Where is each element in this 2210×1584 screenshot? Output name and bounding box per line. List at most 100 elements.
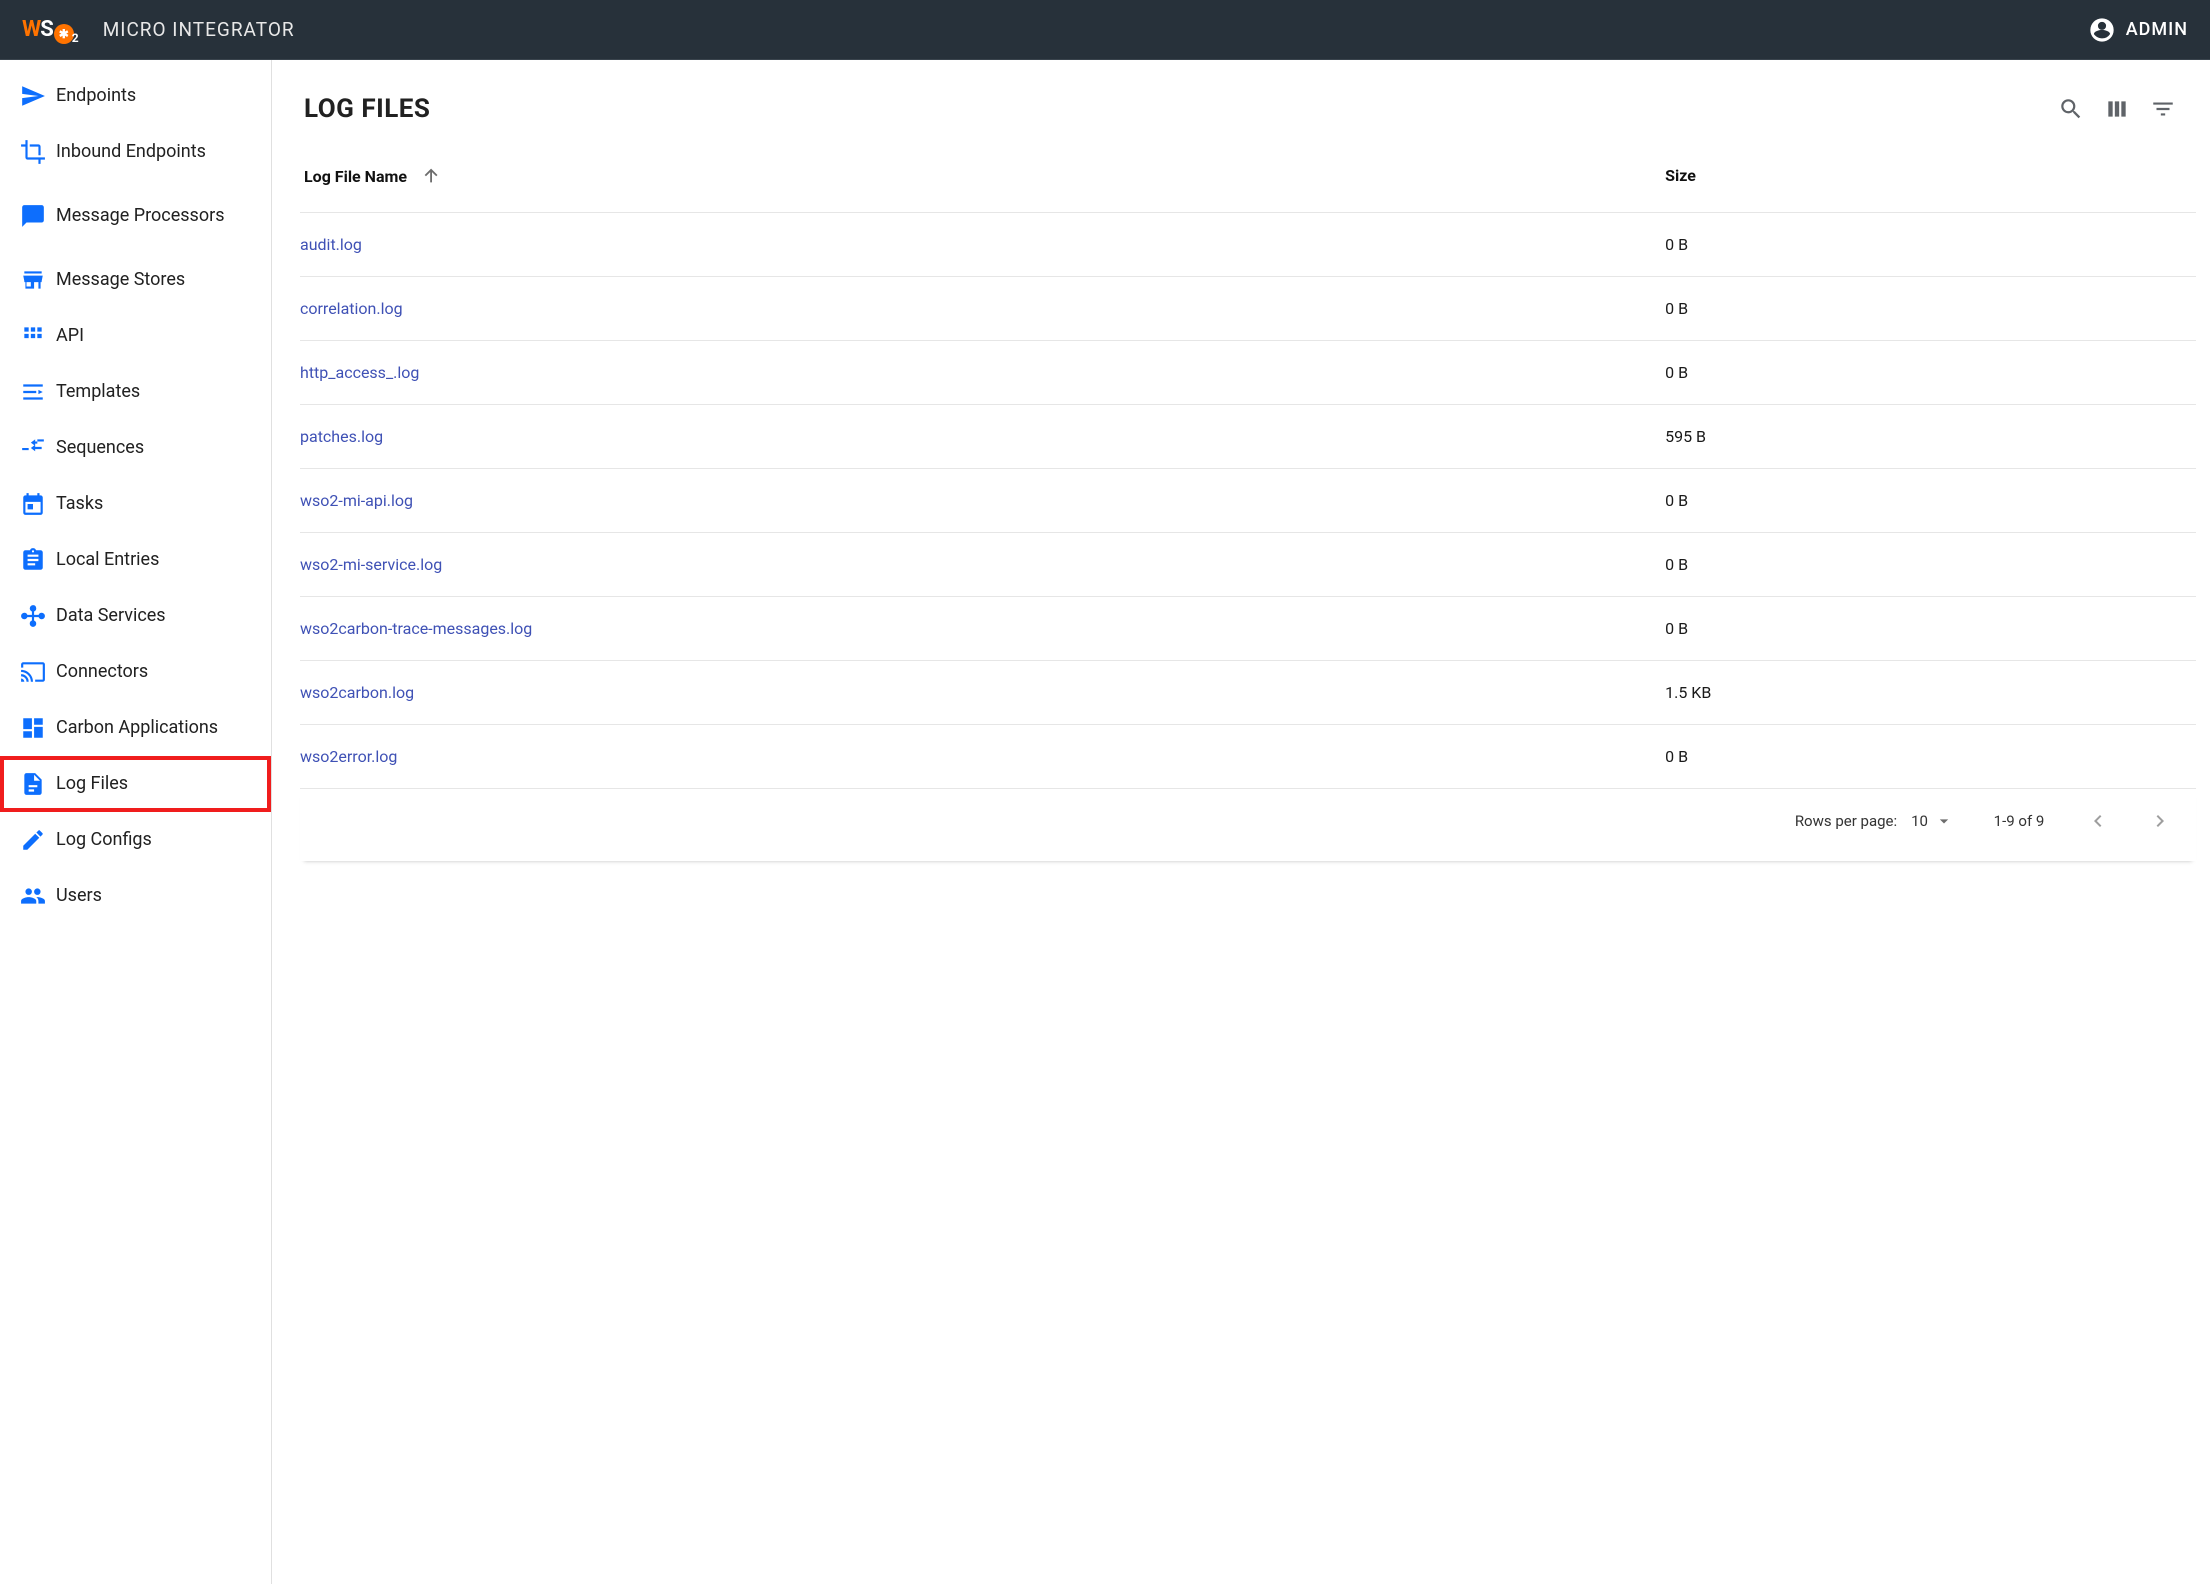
template-icon <box>10 379 56 405</box>
app-header: WS✱2 MICRO INTEGRATOR ADMIN <box>0 0 2210 60</box>
log-file-size: 595 B <box>1665 405 2196 469</box>
sidebar-item-data-services[interactable]: Data Services <box>0 588 271 644</box>
log-file-size: 0 B <box>1665 341 2196 405</box>
sidebar-item-label: Log Files <box>56 773 261 795</box>
sidebar-item-connectors[interactable]: Connectors <box>0 644 271 700</box>
account-circle-icon <box>2088 16 2116 44</box>
sidebar: Endpoints Inbound Endpoints Message Proces… <box>0 60 272 1584</box>
user-menu[interactable]: ADMIN <box>2088 16 2188 44</box>
filter-list-icon <box>2150 96 2176 122</box>
table-pagination: Rows per page: 10 1-9 of 9 <box>300 789 2196 861</box>
people-icon <box>10 883 56 909</box>
pencil-icon <box>10 827 56 853</box>
sidebar-item-local-entries[interactable]: Local Entries <box>0 532 271 588</box>
user-label: ADMIN <box>2126 19 2188 40</box>
view-columns-button[interactable] <box>2094 86 2140 132</box>
table-row: audit.log 0 B <box>300 213 2196 277</box>
clipboard-icon <box>10 547 56 573</box>
sidebar-item-carbon-applications[interactable]: Carbon Applications <box>0 700 271 756</box>
sidebar-item-label: Message Stores <box>56 269 261 291</box>
rows-per-page-select[interactable]: 10 <box>1911 811 1954 831</box>
sidebar-item-message-processors[interactable]: Message Processors <box>0 180 271 252</box>
sidebar-item-label: Data Services <box>56 605 261 627</box>
sidebar-item-message-stores[interactable]: Message Stores <box>0 252 271 308</box>
store-icon <box>10 267 56 293</box>
dashboard-icon <box>10 715 56 741</box>
prev-page-button[interactable] <box>2084 807 2112 835</box>
send-icon <box>10 83 56 109</box>
sort-asc-icon <box>421 167 443 186</box>
sidebar-item-label: Message Processors <box>56 205 261 227</box>
sidebar-item-label: Carbon Applications <box>56 717 261 739</box>
pagination-range: 1-9 of 9 <box>1984 812 2054 830</box>
sidebar-item-label: Endpoints <box>56 85 261 107</box>
sidebar-item-label: Tasks <box>56 493 261 515</box>
log-file-link[interactable]: correlation.log <box>300 299 403 318</box>
column-header-name[interactable]: Log File Name <box>300 150 1665 213</box>
log-file-size: 1.5 KB <box>1665 661 2196 725</box>
rows-per-page-label: Rows per page: <box>1795 812 1897 830</box>
log-file-link[interactable]: wso2error.log <box>300 747 397 766</box>
log-file-link[interactable]: patches.log <box>300 427 383 446</box>
log-file-size: 0 B <box>1665 597 2196 661</box>
search-button[interactable] <box>2048 86 2094 132</box>
main-content: LOG FILES Log File Name <box>272 60 2210 1584</box>
log-files-table: Log File Name Size audit.log0 Bcorrelati… <box>300 150 2196 789</box>
sidebar-item-sequences[interactable]: Sequences <box>0 420 271 476</box>
calendar-icon <box>10 491 56 517</box>
sidebar-item-label: Inbound Endpoints <box>56 141 261 163</box>
table-toolbar: LOG FILES <box>300 84 2196 150</box>
log-file-size: 0 B <box>1665 533 2196 597</box>
sidebar-item-templates[interactable]: Templates <box>0 364 271 420</box>
sidebar-item-label: Log Configs <box>56 829 261 851</box>
file-icon <box>10 771 56 797</box>
dropdown-icon <box>1934 811 1954 831</box>
filter-button[interactable] <box>2140 86 2186 132</box>
log-file-link[interactable]: wso2-mi-api.log <box>300 491 413 510</box>
chevron-left-icon <box>2086 809 2110 833</box>
log-file-link[interactable]: wso2-mi-service.log <box>300 555 442 574</box>
hub-icon <box>10 603 56 629</box>
sidebar-item-log-files[interactable]: Log Files <box>0 756 271 812</box>
log-file-size: 0 B <box>1665 469 2196 533</box>
columns-icon <box>2104 96 2130 122</box>
log-file-link[interactable]: audit.log <box>300 235 362 254</box>
chevron-right-icon <box>2148 809 2172 833</box>
sidebar-item-label: API <box>56 325 261 347</box>
table-row: wso2error.log 0 B <box>300 725 2196 789</box>
next-page-button[interactable] <box>2146 807 2174 835</box>
sidebar-item-label: Users <box>56 885 261 907</box>
sidebar-item-label: Sequences <box>56 437 261 459</box>
message-icon <box>10 203 56 229</box>
log-file-link[interactable]: wso2carbon-trace-messages.log <box>300 619 532 638</box>
sequence-icon <box>10 435 56 461</box>
sidebar-item-users[interactable]: Users <box>0 868 271 924</box>
log-file-size: 0 B <box>1665 213 2196 277</box>
log-file-size: 0 B <box>1665 277 2196 341</box>
table-row: wso2-mi-service.log 0 B <box>300 533 2196 597</box>
column-header-size[interactable]: Size <box>1665 150 2196 213</box>
sidebar-item-inbound-endpoints[interactable]: Inbound Endpoints <box>0 124 271 180</box>
cast-icon <box>10 659 56 685</box>
table-row: wso2carbon-trace-messages.log 0 B <box>300 597 2196 661</box>
page-title: LOG FILES <box>304 94 430 124</box>
log-file-link[interactable]: http_access_.log <box>300 363 419 382</box>
app-title: MICRO INTEGRATOR <box>103 18 295 41</box>
log-file-size: 0 B <box>1665 725 2196 789</box>
table-row: wso2-mi-api.log 0 B <box>300 469 2196 533</box>
sidebar-item-label: Local Entries <box>56 549 261 571</box>
wso2-logo: WS✱2 <box>22 17 81 42</box>
crop-icon <box>10 139 56 165</box>
sidebar-item-api[interactable]: API <box>0 308 271 364</box>
table-row: http_access_.log 0 B <box>300 341 2196 405</box>
sidebar-item-label: Connectors <box>56 661 261 683</box>
sidebar-item-endpoints[interactable]: Endpoints <box>0 68 271 124</box>
sidebar-item-tasks[interactable]: Tasks <box>0 476 271 532</box>
table-row: correlation.log 0 B <box>300 277 2196 341</box>
sidebar-item-log-configs[interactable]: Log Configs <box>0 812 271 868</box>
table-row: wso2carbon.log 1.5 KB <box>300 661 2196 725</box>
search-icon <box>2058 96 2084 122</box>
grid-icon <box>10 323 56 349</box>
table-row: patches.log 595 B <box>300 405 2196 469</box>
log-file-link[interactable]: wso2carbon.log <box>300 683 414 702</box>
